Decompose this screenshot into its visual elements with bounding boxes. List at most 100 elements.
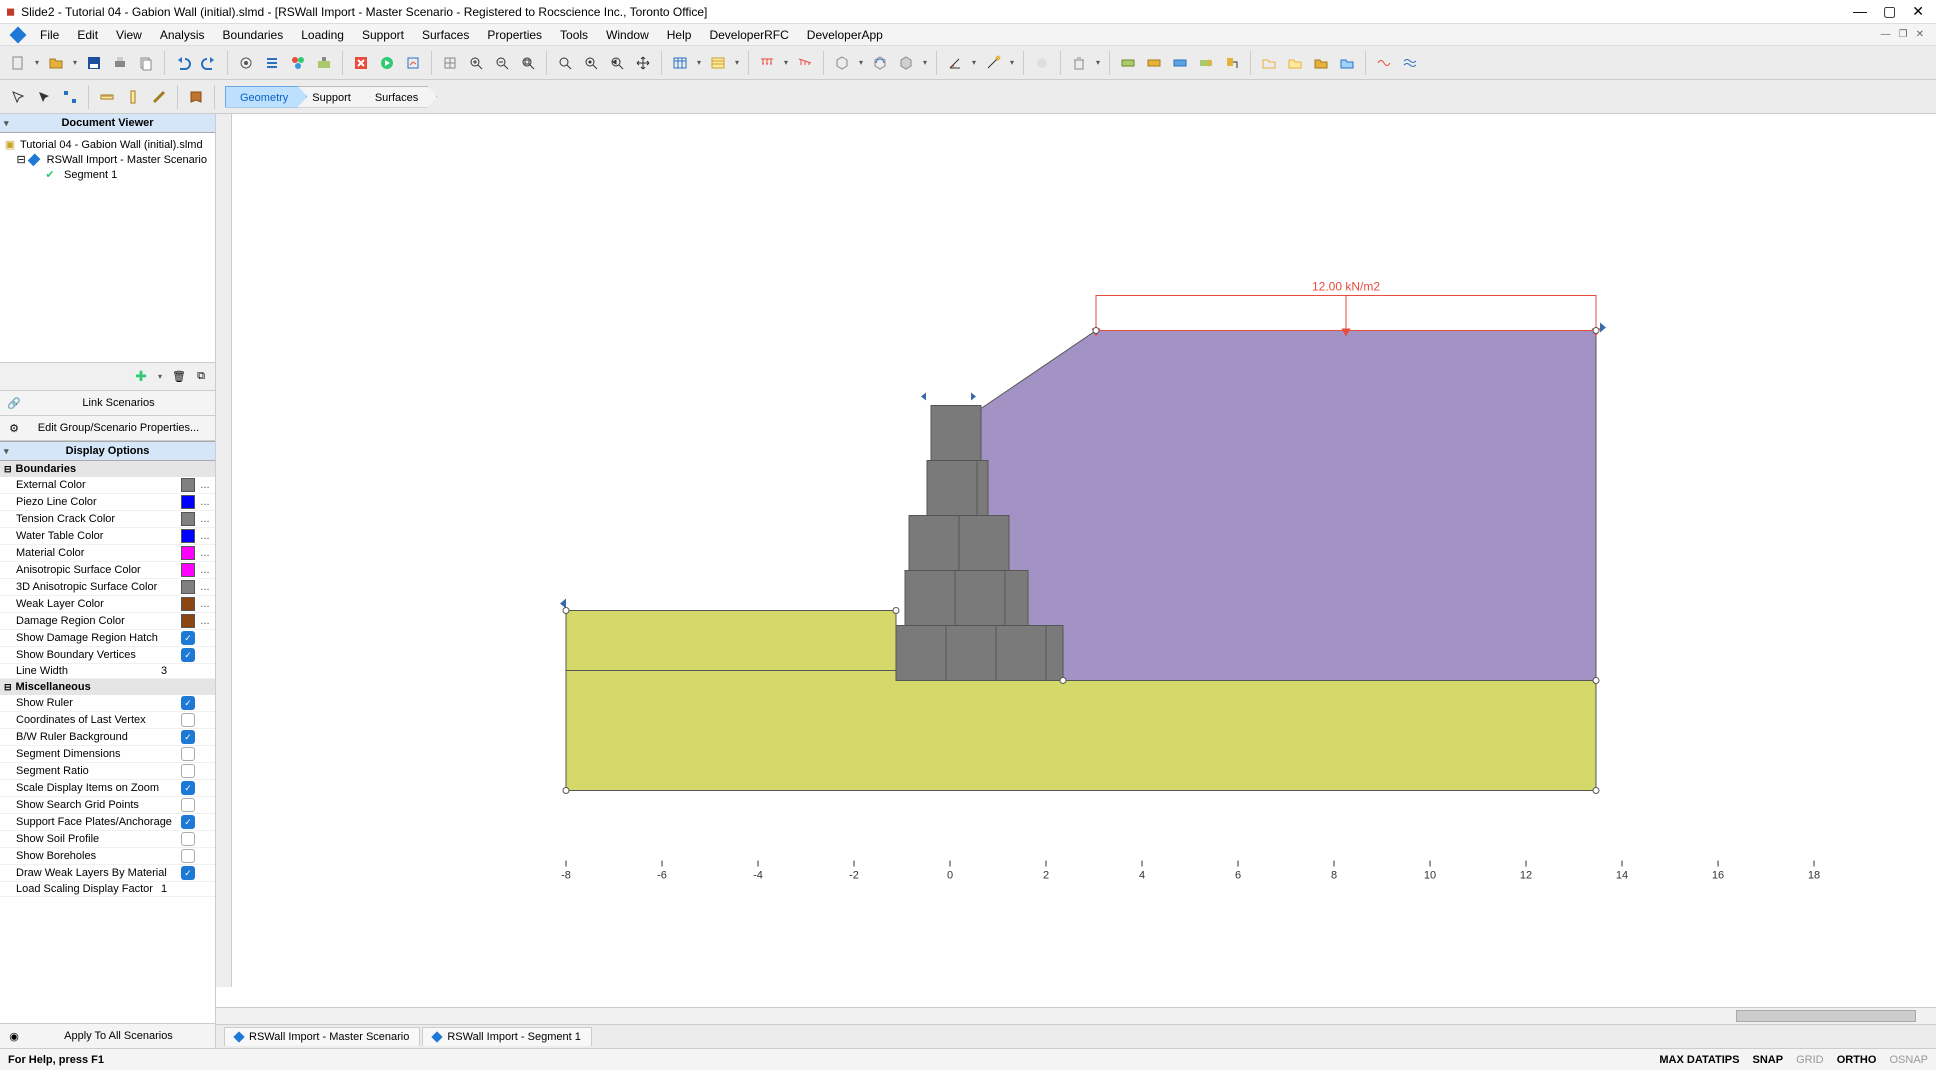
table-view-icon[interactable] [668,51,692,75]
delete-scenario-icon[interactable]: 🗑 [171,369,187,385]
add-scenario-icon[interactable]: ✚ [133,369,149,385]
select-icon[interactable] [6,85,30,109]
layer3-icon[interactable] [1168,51,1192,75]
edit-scenario-row[interactable]: ⚙ Edit Group/Scenario Properties... [0,416,215,441]
prop-row[interactable]: Coordinates of Last Vertex [0,712,215,729]
minimize-button[interactable]: — [1853,3,1867,20]
tree-scenario[interactable]: ⊟RSWall Import - Master Scenario [4,152,211,167]
prop-row[interactable]: Damage Region Color... [0,613,215,630]
prop-row[interactable]: Line Width3 [0,664,215,679]
edit-line-icon[interactable] [981,51,1005,75]
breadcrumb-support[interactable]: Support [297,86,370,108]
open-icon[interactable] [44,51,68,75]
tree-segment[interactable]: ✔Segment 1 [4,167,211,182]
view-tab-master[interactable]: RSWall Import - Master Scenario [224,1027,420,1046]
layer1-icon[interactable] [1116,51,1140,75]
menu-developerrfc[interactable]: DeveloperRFC [701,26,796,44]
new-icon[interactable] [6,51,30,75]
menu-view[interactable]: View [108,26,150,44]
prop-group[interactable]: ⊟ Boundaries [0,461,215,477]
distributed-load-icon[interactable] [755,51,779,75]
zoom-window-icon[interactable] [553,51,577,75]
snap-ortho[interactable]: ORTHO [1837,1054,1877,1066]
copy-icon[interactable] [134,51,158,75]
folder3-icon[interactable] [1309,51,1333,75]
palette-icon[interactable] [286,51,310,75]
settings-icon[interactable] [234,51,258,75]
save-icon[interactable] [82,51,106,75]
move-icon[interactable] [32,85,56,109]
prop-row[interactable]: External Color... [0,477,215,494]
prop-row[interactable]: Segment Ratio [0,763,215,780]
view-tab-segment[interactable]: RSWall Import - Segment 1 [422,1027,591,1046]
angle-icon[interactable] [943,51,967,75]
hex-arc-icon[interactable] [868,51,892,75]
vert-ruler-icon[interactable] [121,85,145,109]
model-viewport[interactable]: 12.00 kN/m2 -8-6-4-2024681012141618 [216,114,1936,1007]
doc-viewer-header[interactable]: ▾Document Viewer [0,114,215,133]
prop-row[interactable]: Show Damage Region Hatch✓ [0,630,215,647]
menu-loading[interactable]: Loading [293,26,352,44]
snap-snap[interactable]: SNAP [1753,1054,1784,1066]
wave1-icon[interactable] [1372,51,1396,75]
sphere-icon[interactable] [1030,51,1054,75]
close-button[interactable]: ✕ [1912,3,1924,20]
menu-help[interactable]: Help [659,26,700,44]
wave2-icon[interactable] [1398,51,1422,75]
menu-surfaces[interactable]: Surfaces [414,26,477,44]
snap-osnap[interactable]: OSNAP [1889,1054,1928,1066]
folder2-icon[interactable] [1283,51,1307,75]
zoom-prev-icon[interactable] [605,51,629,75]
prop-row[interactable]: Support Face Plates/Anchorage✓ [0,814,215,831]
prop-row[interactable]: Draw Weak Layers By Material✓ [0,865,215,882]
maximize-button[interactable]: ▢ [1883,3,1896,20]
pan-icon[interactable] [631,51,655,75]
breadcrumb-surfaces[interactable]: Surfaces [360,86,437,108]
prop-row[interactable]: Show Search Grid Points [0,797,215,814]
prop-row[interactable]: Show Boundary Vertices✓ [0,647,215,664]
paint-icon[interactable] [1220,51,1244,75]
wall-icon[interactable] [312,51,336,75]
hex-fill-icon[interactable] [894,51,918,75]
menu-file[interactable]: File [32,26,67,44]
layer2-icon[interactable] [1142,51,1166,75]
folder1-icon[interactable] [1257,51,1281,75]
snap-maxdatatips[interactable]: MAX DATATIPS [1659,1054,1739,1066]
zoom-in-icon[interactable] [464,51,488,75]
prop-row[interactable]: Segment Dimensions [0,746,215,763]
print-icon[interactable] [108,51,132,75]
horizontal-scrollbar[interactable] [216,1007,1936,1024]
table2-icon[interactable] [706,51,730,75]
display-options-header[interactable]: ▾Display Options [0,441,215,461]
zoom-fit-icon[interactable] [516,51,540,75]
prop-row[interactable]: 3D Anisotropic Surface Color... [0,579,215,596]
folder4-icon[interactable] [1335,51,1359,75]
menu-developerapp[interactable]: DeveloperApp [799,26,891,44]
menu-tools[interactable]: Tools [552,26,596,44]
cancel-icon[interactable] [349,51,373,75]
mdi-restore[interactable]: ❐ [1899,29,1908,40]
prop-row[interactable]: Water Table Color... [0,528,215,545]
zoom-out-icon[interactable] [490,51,514,75]
scroll-thumb[interactable] [1736,1010,1916,1022]
zoom-selection-icon[interactable] [579,51,603,75]
open-dropdown[interactable]: ▾ [70,58,80,67]
edit-layer-icon[interactable] [1194,51,1218,75]
prop-row[interactable]: Show Boreholes [0,848,215,865]
trap-load-icon[interactable] [793,51,817,75]
prop-row[interactable]: Scale Display Items on Zoom✓ [0,780,215,797]
breadcrumb-geometry[interactable]: Geometry [225,86,307,108]
prop-row[interactable]: B/W Ruler Background✓ [0,729,215,746]
select-vert-icon[interactable] [58,85,82,109]
prop-row[interactable]: Piezo Line Color... [0,494,215,511]
menu-window[interactable]: Window [598,26,657,44]
run-icon[interactable] [375,51,399,75]
link-scenarios-row[interactable]: 🔗 Link Scenarios [0,391,215,416]
doc-tree[interactable]: ▣Tutorial 04 - Gabion Wall (initial).slm… [0,133,215,363]
tree-file[interactable]: ▣Tutorial 04 - Gabion Wall (initial).slm… [4,137,211,152]
prop-row[interactable]: Show Soil Profile [0,831,215,848]
prop-row[interactable]: Tension Crack Color... [0,511,215,528]
prop-row[interactable]: Show Ruler✓ [0,695,215,712]
copy-scenario-icon[interactable]: ⧉ [193,369,209,385]
prop-row[interactable]: Load Scaling Display Factor1 [0,882,215,897]
